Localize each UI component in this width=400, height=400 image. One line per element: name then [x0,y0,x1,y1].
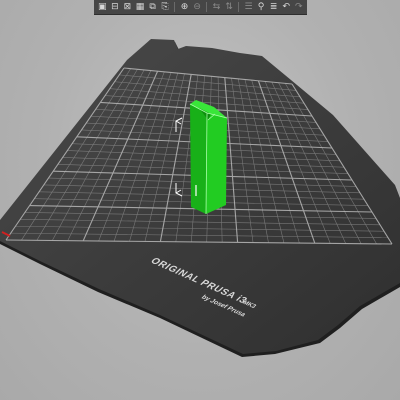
model-side-right [206,113,227,214]
variable-layer-height-icon[interactable]: ☰ [243,1,254,13]
delete-all-icon[interactable]: ⊠ [122,1,133,13]
remove-instance-icon[interactable]: ⊖ [192,1,203,13]
toolbar-separator [174,2,176,12]
main-toolbar: ▣ ⊟ ⊠ ▦ ⧉ ⎘ ⊕ ⊖ ⇆ ⇅ ☰ ⚲ ≣ ↶ ↷ [94,0,307,15]
split-objects-icon[interactable]: ⇆ [211,1,222,13]
undo-icon[interactable]: ↶ [281,1,292,13]
split-parts-icon[interactable]: ⇅ [224,1,235,13]
toolbar-separator [238,2,240,12]
delete-icon[interactable]: ⊟ [110,1,121,13]
add-instance-icon[interactable]: ⊕ [179,1,190,13]
layers-icon[interactable]: ≣ [268,1,279,13]
copy-icon[interactable]: ⧉ [147,1,158,13]
3d-scene[interactable]: ORIGINAL PRUSA i3 MK3 by Josef Prusa [0,0,400,400]
paste-icon[interactable]: ⎘ [160,1,171,13]
3d-viewport[interactable]: ORIGINAL PRUSA i3 MK3 by Josef Prusa ▣ ⊟… [0,0,400,400]
toolbar-separator [206,2,208,12]
redo-icon[interactable]: ↷ [294,1,305,13]
model-side-left [190,104,207,214]
arrange-icon[interactable]: ▦ [135,1,146,13]
add-icon[interactable]: ▣ [97,1,108,13]
model-object[interactable] [189,100,228,215]
search-icon[interactable]: ⚲ [256,1,267,13]
